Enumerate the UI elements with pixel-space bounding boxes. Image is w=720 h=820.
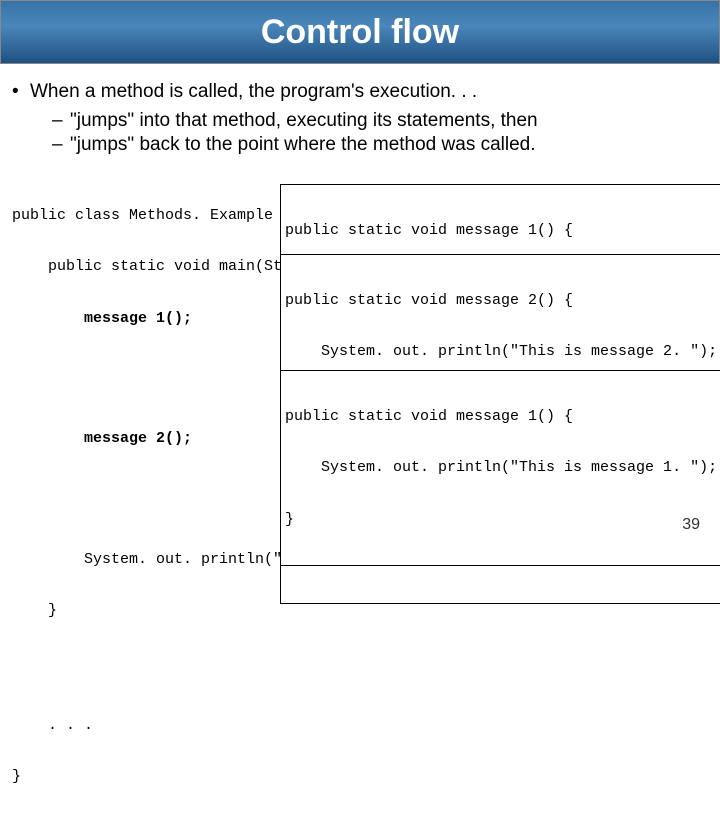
overlay-message1-bottom: public static void message 1() { System.… [280, 370, 720, 566]
dash-mark: – [52, 133, 70, 158]
code-line: } [12, 768, 408, 785]
title-bar: Control flow [0, 0, 720, 64]
bullet-text: When a method is called, the program's e… [30, 80, 477, 105]
sub-text-2: "jumps" back to the point where the meth… [70, 133, 536, 158]
code-line: System. out. println("This is message 1.… [285, 459, 717, 476]
code-line: . . . [12, 717, 408, 734]
code-line: System. out. println("This is message 2.… [285, 343, 720, 360]
slide-body: • When a method is called, the program's… [0, 64, 720, 512]
code-line: public static void message 2() { [285, 292, 720, 309]
code-line: public static void message 1() { [285, 222, 717, 239]
sub-bullet-1: – "jumps" into that method, executing it… [12, 109, 708, 134]
code-area: public class Methods. Example { public s… [12, 172, 708, 512]
sub-bullet-2: – "jumps" back to the point where the me… [12, 133, 708, 158]
code-line: public static void message 1() { [285, 408, 717, 425]
slide-title: Control flow [261, 13, 459, 52]
slide-number: 39 [682, 516, 700, 534]
bullet-mark: • [12, 80, 30, 105]
dash-mark: – [52, 109, 70, 134]
bullet-main: • When a method is called, the program's… [12, 80, 708, 105]
sub-text-1: "jumps" into that method, executing its … [70, 109, 538, 134]
code-line: } [12, 602, 408, 619]
code-line: } [285, 511, 717, 528]
